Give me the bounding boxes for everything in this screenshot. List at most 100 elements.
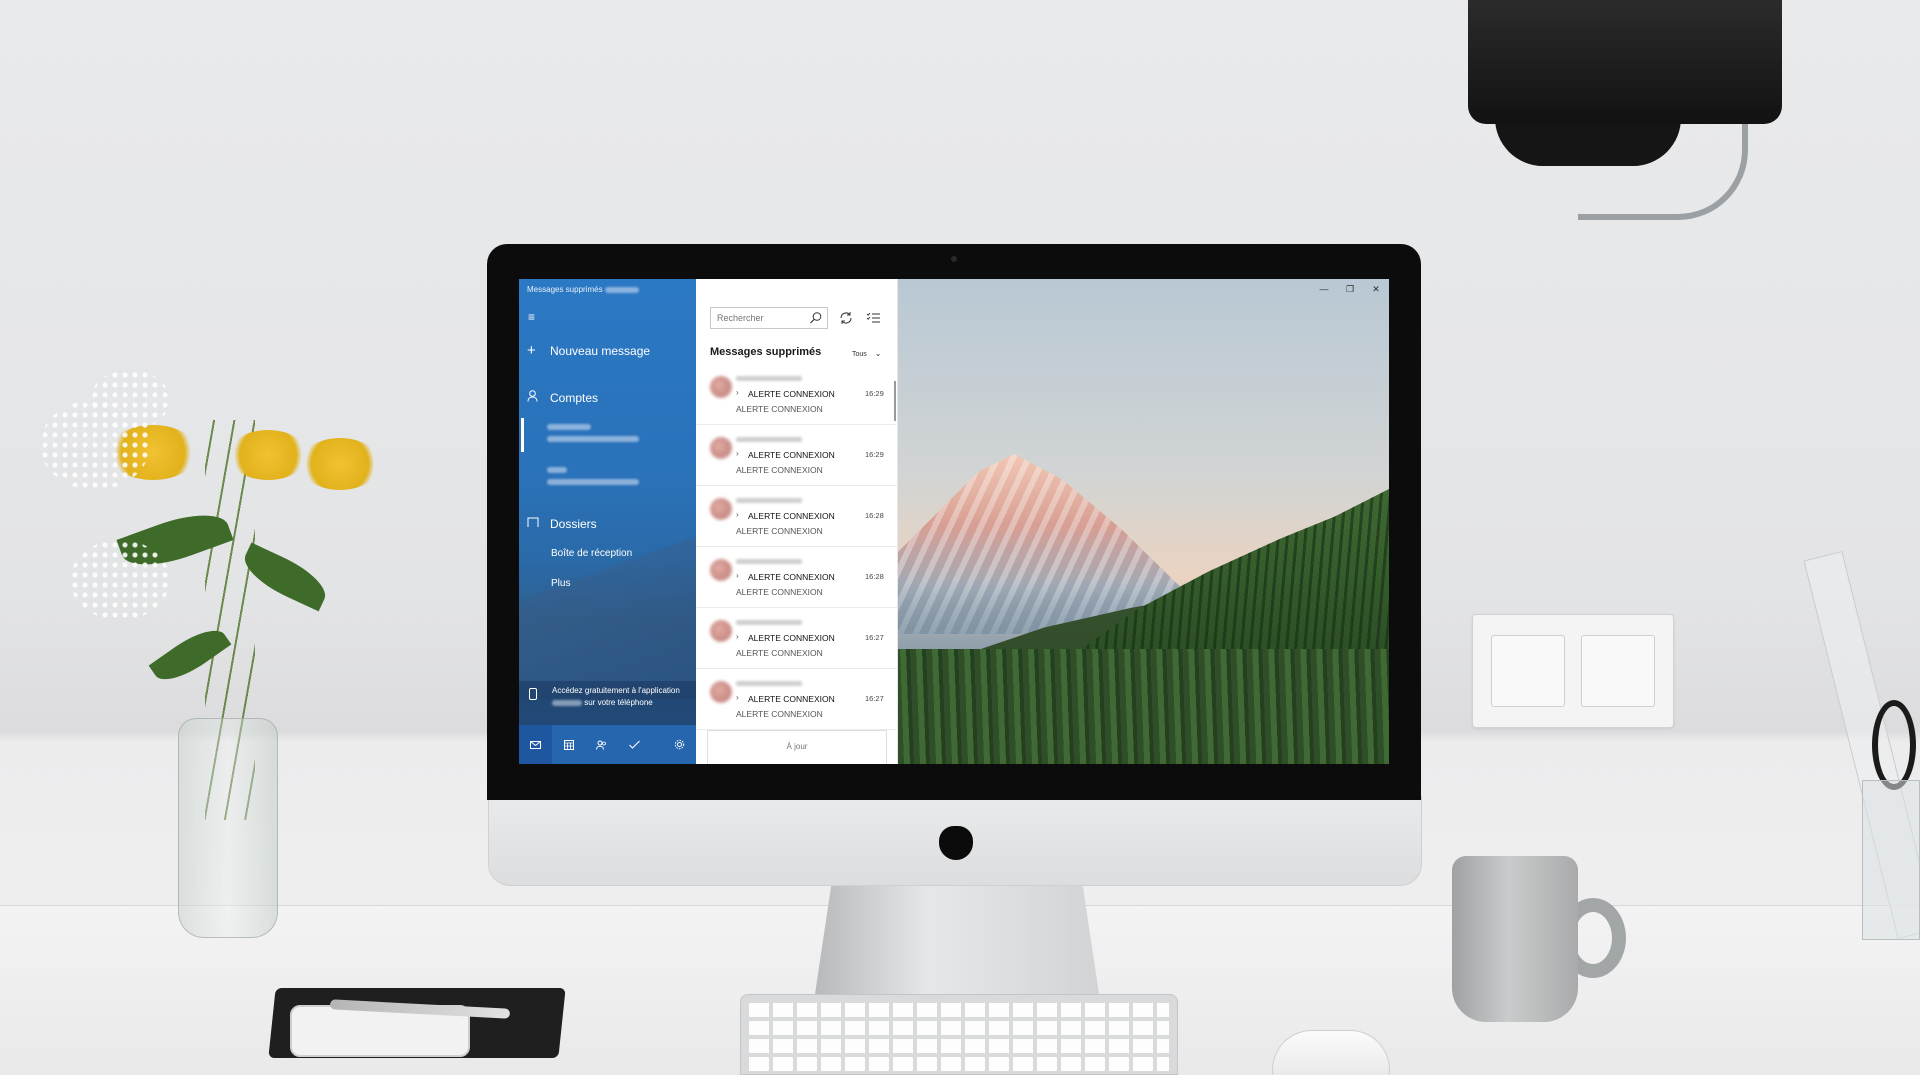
avatar (710, 681, 732, 703)
message-item[interactable]: › ALERTE CONNEXION 16:29 ALERTE CONNEXIO… (696, 364, 898, 425)
chevron-right-icon[interactable]: › (736, 449, 739, 458)
todo-icon[interactable] (618, 725, 651, 764)
redacted-sender (736, 376, 802, 381)
search-icon[interactable] (809, 311, 823, 325)
folder-title: Messages supprimés (710, 346, 822, 358)
settings-icon[interactable] (663, 725, 696, 764)
message-item[interactable]: › ALERTE CONNEXION 16:27 ALERTE CONNEXIO… (696, 608, 898, 669)
redacted-sender (736, 437, 802, 442)
avatar (710, 498, 732, 520)
folder-more[interactable]: Plus (551, 578, 570, 589)
calendar-icon[interactable] (552, 725, 585, 764)
window-title: Messages supprimés (527, 285, 639, 294)
redacted-account-name (547, 467, 567, 473)
mail-icon[interactable] (519, 725, 552, 764)
message-item[interactable]: › ALERTE CONNEXION 16:29 ALERTE CONNEXIO… (696, 425, 898, 486)
chevron-right-icon[interactable]: › (736, 510, 739, 519)
new-message-label: Nouveau message (550, 344, 651, 358)
avatar (710, 437, 732, 459)
app-switcher-bar (519, 725, 696, 764)
message-time: 16:28 (865, 572, 884, 581)
folders-label: Dossiers (550, 517, 597, 531)
message-subject: ALERTE CONNEXION (748, 694, 835, 704)
message-item[interactable]: › ALERTE CONNEXION 16:28 ALERTE CONNEXIO… (696, 486, 898, 547)
avatar (710, 376, 732, 398)
chevron-right-icon[interactable]: › (736, 388, 739, 397)
message-item[interactable]: › ALERTE CONNEXION 16:28 ALERTE CONNEXIO… (696, 547, 898, 608)
sync-icon[interactable] (838, 310, 854, 326)
mouse (1272, 1030, 1390, 1075)
wall-lamp-base (1495, 118, 1681, 166)
message-time: 16:28 (865, 511, 884, 520)
message-preview: ALERTE CONNEXION (736, 465, 823, 475)
babys-breath-flowers (90, 370, 170, 430)
redacted-account-name (547, 424, 591, 430)
people-icon[interactable] (585, 725, 618, 764)
imac-stand (815, 880, 1099, 994)
hamburger-icon[interactable]: ≡ (528, 311, 540, 323)
chevron-down-icon: ⌄ (874, 349, 882, 358)
babys-breath-flowers (70, 540, 170, 620)
forest-foreground (898, 649, 1389, 764)
message-subject: ALERTE CONNEXION (748, 572, 835, 582)
message-list-pane: Messages supprimés Tous ⌄ › ALERTE CONNE… (696, 279, 898, 764)
folder-icon (527, 517, 541, 531)
phone-app-promo[interactable]: Accédez gratuitement à l'application sur… (519, 681, 696, 725)
message-preview: ALERTE CONNEXION (736, 404, 823, 414)
chevron-right-icon[interactable]: › (736, 632, 739, 641)
redacted-sender (736, 559, 802, 564)
navigation-pane: Messages supprimés ≡ + Nouveau message C… (519, 279, 696, 764)
account-item-1[interactable] (519, 416, 696, 456)
wall-lamp-shade (1468, 0, 1782, 124)
plus-icon: + (527, 342, 536, 359)
message-time: 16:29 (865, 450, 884, 459)
mail-app-window: Messages supprimés ≡ + Nouveau message C… (519, 279, 1389, 764)
list-scrollbar[interactable] (894, 381, 896, 421)
message-subject: ALERTE CONNEXION (748, 511, 835, 521)
keyboard (740, 994, 1178, 1075)
switch-key-left (1491, 635, 1565, 707)
message-preview: ALERTE CONNEXION (736, 587, 823, 597)
window-controls: — ❐ ✕ (1311, 279, 1389, 299)
phone-icon (529, 688, 537, 700)
glass-vase (178, 718, 278, 938)
restore-icon[interactable]: ❐ (1337, 279, 1363, 299)
redacted-account-name (604, 286, 639, 293)
new-message-button[interactable]: + Nouveau message (527, 342, 651, 359)
person-icon (527, 390, 541, 405)
account-item-2[interactable] (519, 459, 696, 499)
sync-status: À jour (707, 730, 887, 764)
chevron-right-icon[interactable]: › (736, 571, 739, 580)
chevron-right-icon[interactable]: › (736, 693, 739, 702)
message-preview: ALERTE CONNEXION (736, 709, 823, 719)
yellow-flower (300, 438, 380, 490)
coffee-mug (1452, 856, 1578, 1022)
avatar (710, 620, 732, 642)
redacted-sender (736, 681, 802, 686)
selection-mode-icon[interactable] (866, 310, 882, 326)
redacted-sender (736, 620, 802, 625)
message-subject: ALERTE CONNEXION (748, 389, 835, 399)
message-preview: ALERTE CONNEXION (736, 526, 823, 536)
message-time: 16:27 (865, 694, 884, 703)
redacted-sender (736, 498, 802, 503)
redacted-account-email (547, 436, 639, 442)
promo-text: Accédez gratuitement à l'application sur… (552, 686, 680, 707)
scissors (1872, 700, 1916, 790)
filter-label: Tous (852, 351, 867, 358)
message-item[interactable]: › ALERTE CONNEXION 16:27 ALERTE CONNEXIO… (696, 669, 898, 730)
close-icon[interactable]: ✕ (1363, 279, 1389, 299)
folders-header[interactable]: Dossiers (527, 517, 597, 531)
filter-dropdown[interactable]: Tous ⌄ (852, 349, 881, 358)
switch-key-right (1581, 635, 1655, 707)
message-time: 16:27 (865, 633, 884, 642)
apple-logo-icon (939, 826, 973, 860)
folder-inbox[interactable]: Boîte de réception (551, 548, 632, 559)
imac-chin (488, 796, 1422, 886)
yellow-flower (228, 430, 308, 480)
accounts-header[interactable]: Comptes (527, 390, 598, 405)
message-subject: ALERTE CONNEXION (748, 450, 835, 460)
camera-icon (951, 256, 957, 262)
light-switch (1472, 614, 1674, 728)
minimize-icon[interactable]: — (1311, 279, 1337, 299)
